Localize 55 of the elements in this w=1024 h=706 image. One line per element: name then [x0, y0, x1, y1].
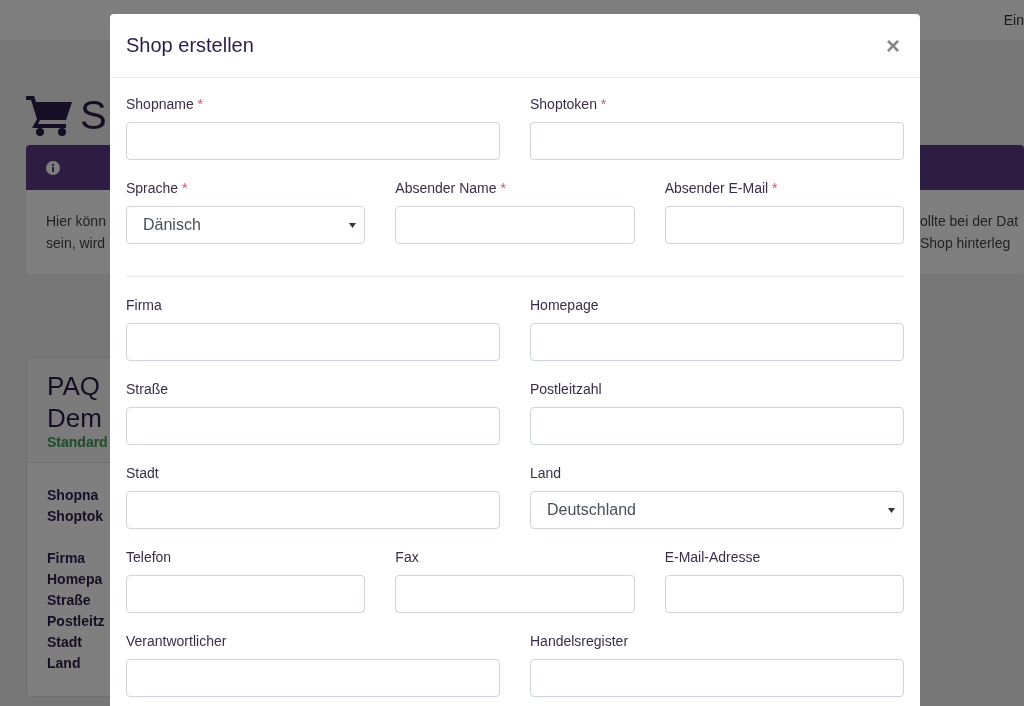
status-label: Standard — [47, 434, 108, 450]
text-field[interactable] — [126, 659, 500, 697]
detail-label: Postleitz — [47, 612, 105, 631]
field-label: Sprache * — [126, 180, 189, 197]
info-text: Shop hinterleg — [920, 234, 1011, 253]
text-field[interactable] — [664, 575, 904, 613]
detail-label: Shopna — [47, 486, 99, 505]
cart-icon — [26, 94, 74, 136]
field-label: Stadt — [126, 465, 160, 482]
field-label: Shopname * — [126, 96, 205, 113]
text-field[interactable] — [530, 122, 904, 160]
detail-label: Straße — [47, 591, 91, 610]
info-icon — [46, 160, 60, 175]
field-label: Handelsregister — [530, 633, 630, 650]
field-label: Verantwortlicher — [126, 633, 228, 650]
field-label: Land — [530, 465, 563, 482]
detail-label: Homepa — [47, 570, 103, 589]
text-field[interactable] — [664, 206, 904, 244]
caret-icon — [888, 507, 895, 513]
detail-label: Firma — [47, 549, 86, 568]
field-label: Absender E-Mail * — [664, 180, 779, 197]
text-field[interactable] — [530, 407, 904, 445]
page-heading: S — [80, 95, 107, 135]
detail-label: Stadt — [47, 633, 82, 652]
text-field[interactable] — [395, 206, 635, 244]
field-label: Shoptoken * — [530, 96, 608, 113]
text-field[interactable] — [126, 491, 500, 529]
info-text: Hier könn — [46, 212, 106, 231]
text-field[interactable] — [126, 575, 366, 613]
shop-title: Dem — [47, 402, 102, 434]
text-field[interactable] — [395, 575, 635, 613]
select-field[interactable]: Deutschland — [530, 491, 904, 529]
shop-title: PAQ — [47, 370, 100, 402]
close-button[interactable]: × — [882, 31, 904, 60]
modal-title: Shop erstellen — [126, 34, 254, 57]
field-label: E-Mail-Adresse — [664, 549, 762, 566]
text-field[interactable] — [126, 122, 500, 160]
text-field[interactable] — [530, 323, 904, 361]
field-label: Postleitzahl — [530, 381, 603, 398]
field-label: Homepage — [530, 297, 600, 314]
nav-link[interactable]: Ein — [1003, 12, 1024, 28]
select-field[interactable]: Dänisch — [126, 206, 366, 244]
caret-icon — [349, 222, 357, 228]
info-text: sein, wird — [46, 234, 106, 253]
text-field[interactable] — [126, 407, 500, 445]
text-field[interactable] — [126, 323, 500, 361]
detail-label: Land — [47, 654, 81, 673]
detail-label: Shoptok — [47, 507, 103, 526]
field-label: Straße — [126, 381, 169, 398]
field-label: Firma — [126, 297, 163, 314]
field-label: Telefon — [126, 549, 173, 566]
field-label: Fax — [395, 549, 420, 566]
text-field[interactable] — [530, 659, 904, 697]
field-label: Absender Name * — [395, 180, 507, 197]
info-text: ollte bei der Dat — [920, 212, 1019, 231]
